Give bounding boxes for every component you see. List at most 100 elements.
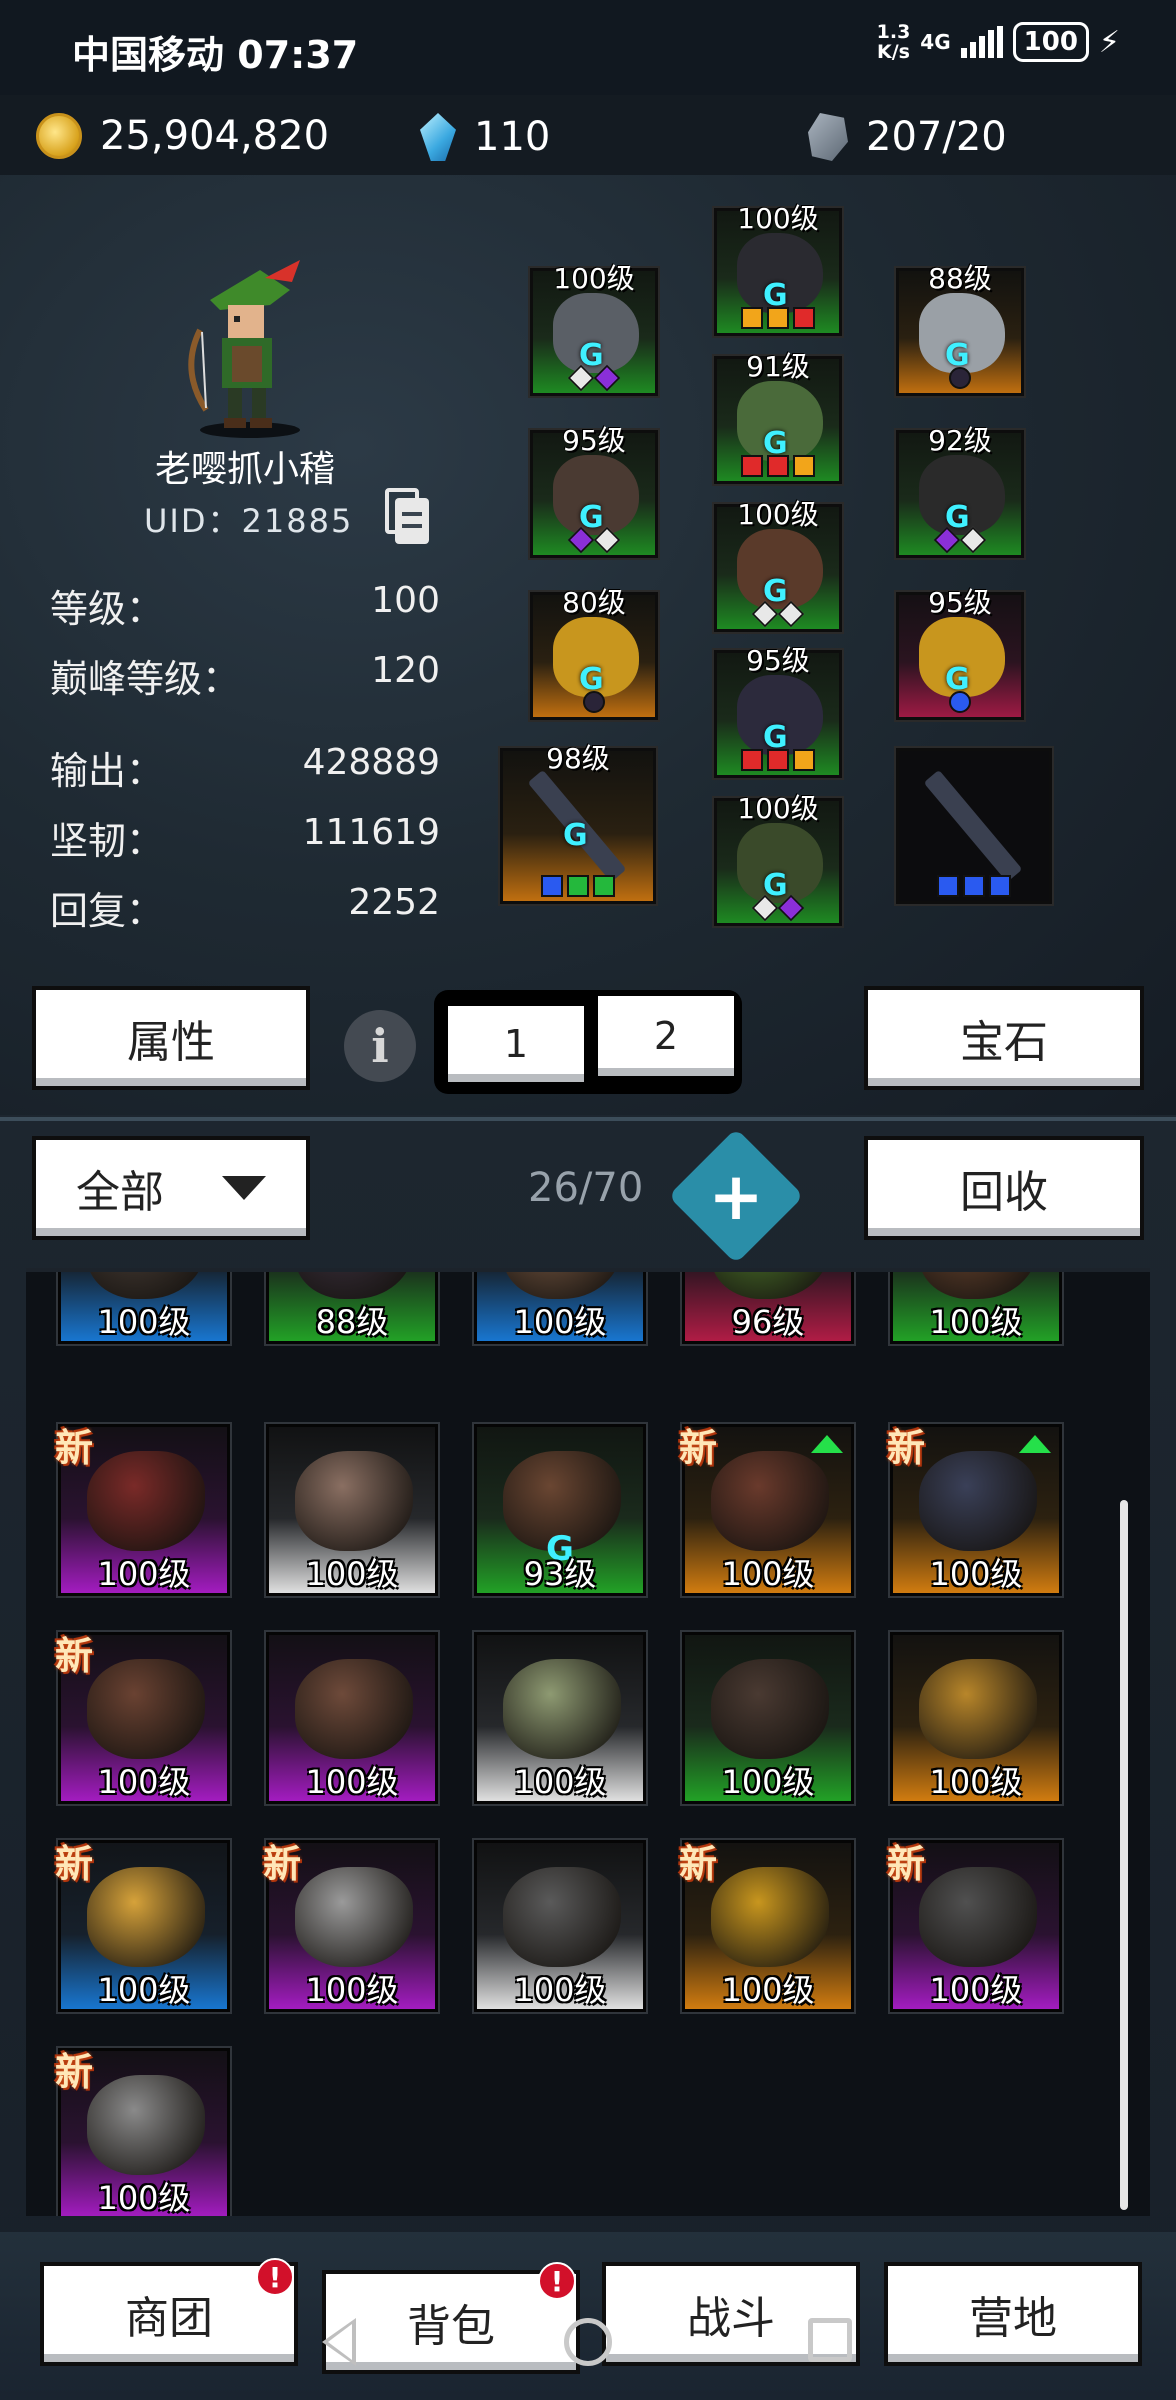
inventory-item[interactable]: 100级: [474, 1272, 646, 1344]
inventory-item[interactable]: 100级 新: [263, 1840, 438, 2012]
equipment-slot-9[interactable]: 88级 G: [896, 262, 1024, 396]
carrier-name: 中国移动: [72, 33, 225, 77]
socket-row: [899, 526, 1021, 554]
equipment-slot-12[interactable]: [896, 748, 1052, 904]
equipment-slot-11[interactable]: 95级 G: [896, 586, 1024, 720]
inventory-item[interactable]: 100级: [474, 1632, 646, 1804]
system-back-icon[interactable]: [322, 2318, 356, 2366]
equipment-slot-5[interactable]: 91级 G: [714, 350, 842, 484]
inventory-item[interactable]: 100级: [266, 1424, 438, 1596]
item-level: 100级: [929, 1763, 1023, 1801]
inventory-item[interactable]: 100级: [474, 1840, 646, 2012]
equipment-slot-0[interactable]: 100级 G: [530, 262, 658, 396]
new-item-badge: 新: [679, 1425, 718, 1470]
gem-socket-icon: [567, 875, 589, 897]
filter-dropdown-label: 全部: [76, 1167, 164, 1218]
gem-socket-icon: [793, 749, 815, 771]
status-icons: 1.3 K/s 4G 100 ⚡: [877, 22, 1120, 62]
gem-socket-icon: [959, 526, 987, 554]
page-tab-2[interactable]: 2: [598, 996, 734, 1076]
inventory-grid[interactable]: 100级 88级 100级 96级 100级 100级新 100级 G 93级 100级新 100级…: [26, 1268, 1150, 2216]
stone-icon: [808, 113, 848, 161]
system-home-icon[interactable]: [564, 2318, 612, 2366]
inventory-item[interactable]: 100级 新: [679, 1840, 854, 2012]
gem-socket-icon: [751, 600, 779, 628]
item-level: 100级: [97, 1303, 191, 1341]
stat-recovery-label: 回复：: [50, 889, 165, 933]
inventory-item[interactable]: 100级: [890, 1272, 1062, 1344]
attributes-button[interactable]: 属性: [36, 990, 306, 1086]
system-recent-apps-icon[interactable]: [808, 2318, 852, 2362]
filter-dropdown[interactable]: 全部: [36, 1140, 306, 1236]
info-icon[interactable]: i: [344, 1010, 416, 1082]
hero-sprite: [188, 260, 300, 438]
new-item-badge: 新: [55, 1633, 94, 1678]
nav-camp-button[interactable]: 营地: [888, 2266, 1138, 2362]
item-level: 96级: [731, 1303, 805, 1341]
equipment-slot-2[interactable]: 80级 G: [530, 586, 658, 720]
stat-level-label: 等级：: [50, 587, 165, 631]
recycle-button[interactable]: 回收: [868, 1140, 1140, 1236]
inventory-item[interactable]: 88级: [266, 1272, 438, 1344]
inventory-item[interactable]: G 93级: [474, 1424, 646, 1596]
item-art-icon: [919, 1272, 1037, 1299]
inventory-item[interactable]: 100级: [58, 1272, 230, 1344]
gem-socket-icon: [933, 526, 961, 554]
expand-inventory-button[interactable]: +: [668, 1128, 804, 1264]
inventory-item[interactable]: 100级 新: [55, 1424, 230, 1596]
inventory-scrollbar[interactable]: [1120, 1500, 1128, 2210]
item-art-icon: [295, 1272, 413, 1299]
equipment-slot-8[interactable]: 100级 G: [714, 792, 842, 926]
gem-socket-icon: [949, 691, 971, 713]
inventory-item[interactable]: 100级 新: [55, 1840, 230, 2012]
item-level: 100级: [929, 1555, 1023, 1593]
equipment-slot-10[interactable]: 92级 G: [896, 424, 1024, 558]
inventory-item[interactable]: 100级: [266, 1632, 438, 1804]
gems-button[interactable]: 宝石: [868, 990, 1140, 1086]
gem-socket-icon: [567, 364, 595, 392]
page-tab-1[interactable]: 1: [448, 1006, 584, 1082]
inventory-item[interactable]: 96级: [682, 1272, 854, 1344]
new-item-badge: 新: [55, 1425, 94, 1470]
equipment-slot-7[interactable]: 95级 G: [714, 644, 842, 778]
new-item-badge: 新: [679, 1841, 718, 1886]
inventory-item[interactable]: 100级 新: [679, 1424, 854, 1596]
item-level: 100级: [721, 1555, 815, 1593]
gem-socket-icon: [751, 894, 779, 922]
inventory-item[interactable]: 100级: [890, 1632, 1062, 1804]
equipment-level: 98级: [546, 742, 610, 775]
equipment-slot-4[interactable]: 100级 G: [714, 202, 842, 336]
gem-socket-icon: [567, 526, 595, 554]
gem-socket-icon: [593, 364, 621, 392]
copy-icon[interactable]: [385, 488, 431, 544]
gem-socket-icon: [949, 367, 971, 389]
item-art-icon: [711, 1867, 829, 1967]
inventory-item[interactable]: 100级 新: [55, 2048, 230, 2216]
network-speed: 1.3 K/s: [877, 22, 911, 62]
item-level: 88级: [315, 1303, 389, 1341]
item-level: 100级: [513, 1971, 607, 2009]
equipment-slot-3[interactable]: 98级 G: [500, 742, 656, 904]
equipment-slot-6[interactable]: 100级 G: [714, 498, 842, 632]
inventory-item[interactable]: 100级 新: [887, 1840, 1062, 2012]
new-item-badge: 新: [55, 1841, 94, 1886]
charging-icon: ⚡: [1098, 24, 1120, 60]
equipment-level: 100级: [737, 202, 819, 235]
item-level: 100级: [305, 1763, 399, 1801]
inventory-item[interactable]: 100级 新: [55, 1632, 230, 1804]
gem-socket-icon: [767, 307, 789, 329]
equipment-slot-1[interactable]: 95级 G: [530, 424, 658, 558]
equipment-level: 100级: [553, 262, 635, 295]
page-tab-2-label: 2: [653, 1014, 679, 1058]
inventory-item[interactable]: 100级: [682, 1632, 854, 1804]
equipment-level: 95级: [746, 644, 810, 677]
gems-button-label: 宝石: [960, 1017, 1048, 1068]
equipment-level: 100级: [737, 792, 819, 825]
gem-socket-icon: [741, 749, 763, 771]
inventory-count: 26/70: [528, 1165, 644, 1211]
stat-peak-value: 120: [371, 650, 440, 691]
item-art-icon: [87, 1451, 205, 1551]
item-level: 100级: [305, 1971, 399, 2009]
gem-socket-icon: [777, 894, 805, 922]
inventory-item[interactable]: 100级 新: [887, 1424, 1062, 1596]
